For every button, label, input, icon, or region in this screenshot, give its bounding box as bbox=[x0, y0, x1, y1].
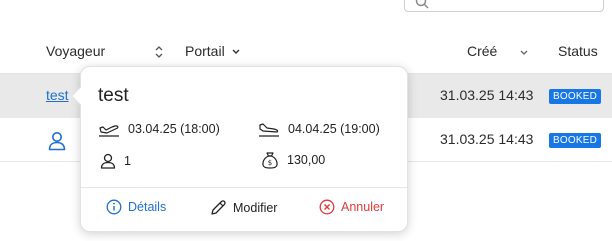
user-icon bbox=[100, 153, 116, 169]
departure-info: 03.04.25 (18:00) bbox=[98, 121, 220, 137]
column-created-label: Créé bbox=[467, 43, 498, 59]
status-badge: BOOKED bbox=[549, 89, 601, 104]
close-circle-icon bbox=[319, 199, 335, 215]
sort-icon[interactable] bbox=[154, 45, 164, 59]
column-status[interactable]: Status bbox=[558, 43, 598, 59]
table-header: Voyageur Portail Créé Status bbox=[0, 40, 612, 64]
column-portal-label: Portail bbox=[185, 43, 225, 59]
cancel-label: Annuler bbox=[341, 200, 385, 214]
chevron-down-icon bbox=[232, 49, 240, 54]
traveler-link[interactable]: test bbox=[46, 87, 69, 103]
column-traveler-label: Voyageur bbox=[46, 43, 106, 59]
plane-landing-icon bbox=[259, 123, 279, 137]
money-bag-icon: $ bbox=[262, 152, 278, 169]
column-status-label: Status bbox=[558, 43, 598, 59]
svg-text:$: $ bbox=[268, 159, 272, 167]
plane-takeoff-icon bbox=[99, 125, 119, 137]
created-date: 31.03.25 14:43 bbox=[440, 131, 534, 147]
search-input[interactable] bbox=[404, 0, 604, 12]
amount-info: $ 130,00 bbox=[261, 151, 325, 169]
status-badge: BOOKED bbox=[549, 133, 601, 148]
search-icon bbox=[415, 0, 429, 9]
booking-popover: test 03.04.25 (18:00) 04.04.25 (19:00) 1… bbox=[71, 66, 408, 232]
user-icon[interactable] bbox=[48, 131, 66, 151]
column-created[interactable]: Créé bbox=[467, 43, 497, 59]
arrival-info: 04.04.25 (19:00) bbox=[258, 121, 380, 137]
edit-label: Modifier bbox=[233, 201, 278, 215]
amount-value: 130,00 bbox=[287, 153, 326, 167]
chevron-down-icon[interactable] bbox=[519, 47, 529, 57]
cancel-button[interactable]: Annuler bbox=[319, 199, 384, 215]
pencil-icon bbox=[211, 200, 226, 215]
details-button[interactable]: Détails bbox=[106, 199, 166, 215]
arrival-date: 04.04.25 (19:00) bbox=[288, 122, 380, 136]
info-icon bbox=[106, 199, 122, 215]
departure-date: 03.04.25 (18:00) bbox=[128, 122, 220, 136]
popover-title: test bbox=[98, 85, 129, 106]
popover-divider bbox=[81, 187, 407, 188]
column-traveler[interactable]: Voyageur bbox=[46, 43, 105, 59]
created-date: 31.03.25 14:43 bbox=[440, 87, 534, 103]
travelers-count: 1 bbox=[124, 154, 131, 168]
edit-button[interactable]: Modifier bbox=[209, 199, 277, 217]
column-portal[interactable]: Portail bbox=[185, 43, 241, 59]
details-label: Détails bbox=[128, 200, 167, 214]
travelers-info: 1 bbox=[100, 153, 131, 169]
